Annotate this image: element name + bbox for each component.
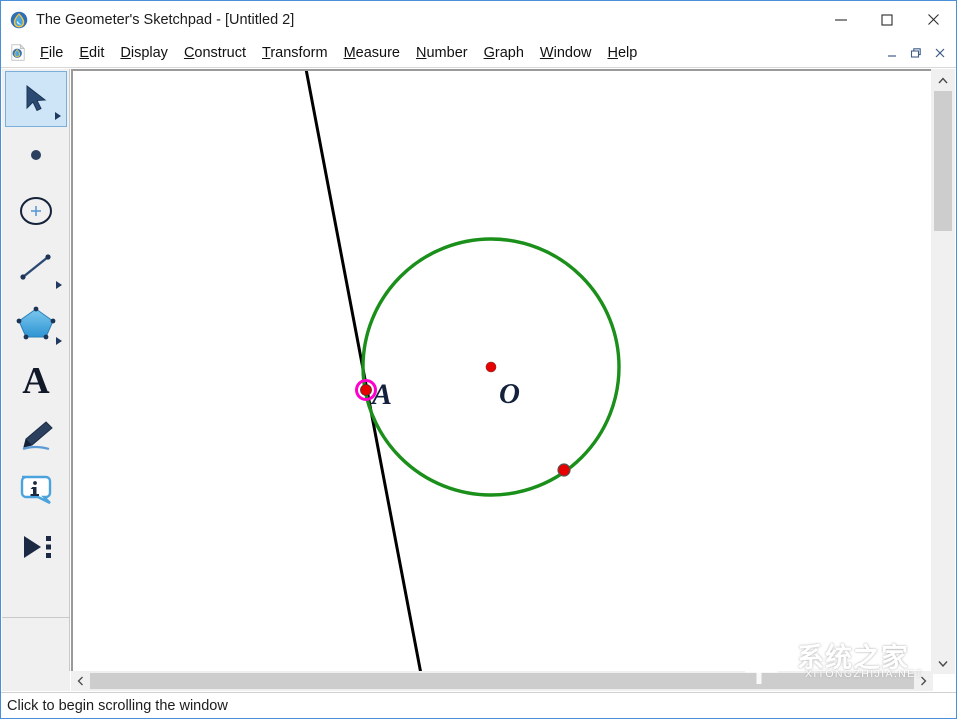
toolbox: A [2,69,70,618]
mdi-close-button[interactable] [928,42,952,63]
pen-marker-icon [16,418,56,452]
arrow-cursor-icon [19,82,53,116]
sketchpad-icon [10,11,28,29]
segment-line-icon [17,251,55,283]
point-a[interactable] [361,385,372,396]
menu-construct-mnemonic: C [184,45,194,61]
window-title: The Geometer's Sketchpad - [Untitled 2] [36,12,294,28]
menu-file[interactable]: File [32,39,71,67]
menu-display[interactable]: Display [112,39,176,67]
compass-tool[interactable] [5,183,67,239]
menu-graph-mnemonic: G [484,45,495,61]
scroll-right-button[interactable] [914,671,933,691]
menu-file-label: ile [49,45,64,61]
horizontal-scrollbar[interactable] [71,671,933,691]
menu-number-label: umber [426,45,467,61]
menu-window[interactable]: Window [532,39,600,67]
svg-text:A: A [22,360,50,399]
sketch-canvas[interactable]: A O [71,69,933,674]
scroll-down-button[interactable] [931,652,955,674]
mdi-window-controls [880,42,952,63]
menu-construct-label: onstruct [194,45,246,61]
minimize-button[interactable] [818,1,864,38]
point-icon [21,140,51,170]
menu-window-mnemonic: W [540,45,554,61]
menu-number[interactable]: Number [408,39,476,67]
toolbox-empty-area [2,618,70,678]
menu-window-label: indow [554,45,592,61]
menu-help-label: elp [618,45,637,61]
menu-number-mnemonic: N [416,45,426,61]
vertical-scrollbar[interactable] [931,69,955,674]
sketchpad-window: The Geometer's Sketchpad - [Untitled 2] … [0,0,957,719]
label-o[interactable]: O [499,378,520,410]
information-tool[interactable] [5,463,67,519]
title-bar: The Geometer's Sketchpad - [Untitled 2] [1,1,956,38]
polygon-tool[interactable] [5,295,67,351]
menu-graph-label: raph [495,45,524,61]
menu-edit-mnemonic: E [79,45,89,61]
menu-construct[interactable]: Construct [176,39,254,67]
menu-transform-label: ransform [270,45,327,61]
maximize-button[interactable] [864,1,910,38]
pentagon-icon [15,304,57,342]
menu-display-label: isplay [131,45,168,61]
point-on-circle[interactable] [558,464,570,476]
scrollbar-corner [2,671,70,691]
marker-tool[interactable] [5,407,67,463]
label-a[interactable]: A [370,378,392,411]
menu-file-mnemonic: F [40,45,49,61]
play-dots-icon [15,531,57,563]
letter-a-icon: A [17,359,55,399]
status-bar: Click to begin scrolling the window [1,692,956,718]
menu-measure[interactable]: Measure [336,39,408,67]
sketch-drawing[interactable]: A O [73,71,933,674]
menu-measure-label: easure [356,45,400,61]
polygon-tool-flyout-arrow[interactable] [56,337,62,345]
menu-help-mnemonic: H [607,45,617,61]
menu-transform[interactable]: Transform [254,39,336,67]
straightedge-tool[interactable] [5,239,67,295]
menu-help[interactable]: Help [599,39,645,67]
arrow-tool-flyout-arrow[interactable] [55,112,61,120]
custom-tool[interactable] [5,519,67,575]
horizontal-scrollbar-thumb[interactable] [90,673,914,689]
scroll-up-button[interactable] [931,69,955,91]
menu-measure-mnemonic: M [344,45,356,61]
close-button[interactable] [910,1,956,38]
mdi-restore-button[interactable] [904,42,928,63]
menu-graph[interactable]: Graph [476,39,532,67]
window-controls [818,1,956,38]
circle-compass-icon [16,193,56,229]
text-tool[interactable]: A [5,351,67,407]
menu-bar: File Edit Display Construct Transform Me… [1,38,956,68]
status-message: Click to begin scrolling the window [7,698,228,714]
straightedge-tool-flyout-arrow[interactable] [56,281,62,289]
point-center-o[interactable] [486,362,496,372]
scroll-left-button[interactable] [71,671,90,691]
menu-display-mnemonic: D [120,45,130,61]
mdi-minimize-button[interactable] [880,42,904,63]
menu-edit-label: dit [89,45,104,61]
vertical-scrollbar-thumb[interactable] [934,91,952,231]
info-bubble-icon [16,473,56,509]
arrow-select-tool[interactable] [5,71,67,127]
point-tool[interactable] [5,127,67,183]
document-icon[interactable] [10,44,26,61]
menu-edit[interactable]: Edit [71,39,112,67]
